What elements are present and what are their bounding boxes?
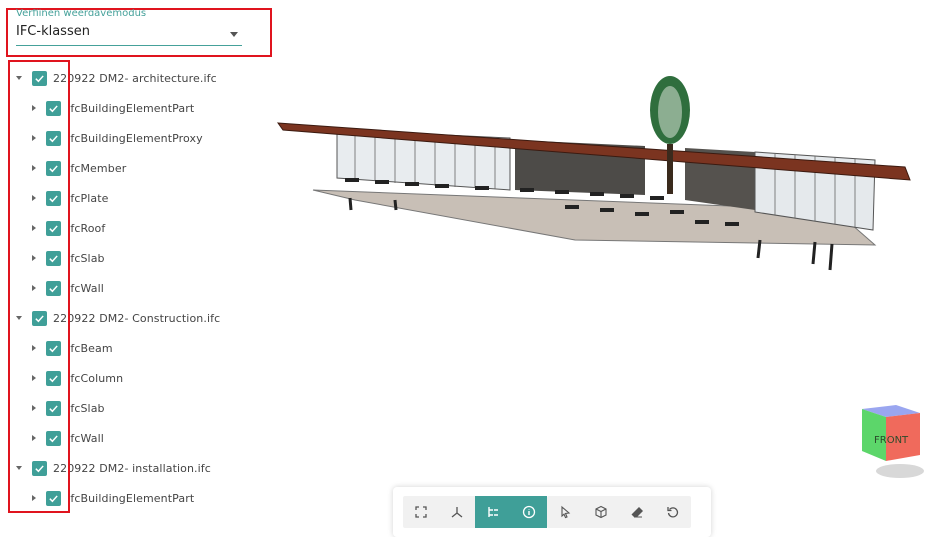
- info-button[interactable]: [511, 496, 547, 528]
- reset-icon: [667, 507, 679, 518]
- caret-right-icon[interactable]: [32, 255, 36, 261]
- fullscreen-button[interactable]: [403, 496, 439, 528]
- section-box-button[interactable]: [583, 496, 619, 528]
- view-mode-label: Verfijnen weergavemodus: [16, 9, 147, 16]
- checkbox-checked[interactable]: [46, 400, 61, 416]
- axes-button[interactable]: [439, 496, 475, 528]
- cursor-icon: [561, 505, 571, 519]
- tree-row-label: 220922 DM2- installation.ifc: [53, 461, 211, 475]
- checkbox-checked[interactable]: [32, 310, 47, 326]
- tree-row-class[interactable]: IfcColumn: [0, 363, 260, 393]
- caret-right-icon[interactable]: [32, 495, 36, 501]
- checkbox-checked[interactable]: [32, 460, 47, 476]
- select-button[interactable]: [547, 496, 583, 528]
- checkbox-checked[interactable]: [46, 220, 61, 236]
- eraser-icon: [631, 507, 643, 518]
- tree-row-label: IfcRoof: [67, 221, 106, 235]
- tree-icon: [488, 507, 498, 517]
- select-underline: [16, 45, 242, 46]
- tree-row-label: IfcWall: [67, 431, 104, 445]
- tree-row-label: IfcColumn: [67, 371, 124, 385]
- tree-row-label: IfcSlab: [67, 401, 105, 415]
- caret-right-icon[interactable]: [32, 435, 36, 441]
- dropdown-arrow-icon[interactable]: [230, 32, 238, 37]
- caret-right-icon[interactable]: [32, 345, 36, 351]
- tree-row-file[interactable]: 220922 DM2- installation.ifc: [0, 453, 260, 483]
- checkbox-checked[interactable]: [46, 430, 61, 446]
- checkbox-checked[interactable]: [46, 370, 61, 386]
- caret-right-icon[interactable]: [32, 405, 36, 411]
- toolbar-group-tools: [547, 496, 691, 528]
- checkbox-checked[interactable]: [46, 190, 61, 206]
- checkbox-checked[interactable]: [46, 490, 61, 506]
- tree-row-class[interactable]: IfcWall: [0, 423, 260, 453]
- caret-right-icon[interactable]: [32, 285, 36, 291]
- caret-right-icon[interactable]: [32, 165, 36, 171]
- reset-button[interactable]: [655, 496, 691, 528]
- view-mode-select[interactable]: Verfijnen weergavemodus IFC-klassen: [6, 8, 272, 57]
- caret-right-icon[interactable]: [32, 135, 36, 141]
- caret-down-icon[interactable]: [16, 466, 22, 470]
- caret-right-icon[interactable]: [32, 225, 36, 231]
- tree-row-class[interactable]: IfcRoof: [0, 213, 260, 243]
- tree-row-class[interactable]: IfcBeam: [0, 333, 260, 363]
- tree-button[interactable]: [475, 496, 511, 528]
- caret-down-icon[interactable]: [16, 316, 22, 320]
- caret-right-icon[interactable]: [32, 105, 36, 111]
- viewer-toolbar: [393, 487, 711, 537]
- checkbox-checked[interactable]: [46, 100, 61, 116]
- tree-row-label: IfcBuildingElementProxy: [67, 131, 203, 145]
- tree-row-label: IfcBuildingElementPart: [67, 491, 195, 505]
- fullscreen-icon: [415, 506, 427, 518]
- eraser-button[interactable]: [619, 496, 655, 528]
- tree-row-class[interactable]: IfcBuildingElementPart: [0, 93, 260, 123]
- info-icon: [522, 505, 536, 519]
- cube-icon: [595, 505, 607, 519]
- tree-row-label: IfcSlab: [67, 251, 105, 265]
- checkbox-checked[interactable]: [46, 160, 61, 176]
- view-mode-value: IFC-klassen: [16, 24, 90, 39]
- navcube-front-label: FRONT: [874, 435, 909, 446]
- tree-row-class[interactable]: IfcWall: [0, 273, 260, 303]
- tree-row-class[interactable]: IfcPlate: [0, 183, 260, 213]
- caret-right-icon[interactable]: [32, 195, 36, 201]
- checkbox-checked[interactable]: [46, 130, 61, 146]
- ifc-tree: 220922 DM2- architecture.ifc IfcBuilding…: [0, 63, 260, 513]
- tree-row-class[interactable]: IfcMember: [0, 153, 260, 183]
- tree-row-label: IfcMember: [67, 161, 127, 175]
- tree-row-label: IfcBeam: [67, 341, 113, 355]
- tree-row-label: IfcWall: [67, 281, 104, 295]
- building-model-viewer[interactable]: [275, 60, 915, 280]
- tree-row-file[interactable]: 220922 DM2- Construction.ifc: [0, 303, 260, 333]
- checkbox-checked[interactable]: [46, 250, 61, 266]
- checkbox-checked[interactable]: [32, 70, 47, 86]
- tree-row-label: IfcPlate: [67, 191, 109, 205]
- caret-down-icon[interactable]: [16, 76, 22, 80]
- tree-row-class[interactable]: IfcBuildingElementPart: [0, 483, 260, 513]
- axes-icon: [451, 507, 463, 518]
- tree-row-label: IfcBuildingElementPart: [67, 101, 195, 115]
- tree-row-class[interactable]: IfcSlab: [0, 393, 260, 423]
- tree-row-label: 220922 DM2- architecture.ifc: [53, 71, 217, 85]
- checkbox-checked[interactable]: [46, 280, 61, 296]
- tree-row-class[interactable]: IfcSlab: [0, 243, 260, 273]
- tree-row-label: 220922 DM2- Construction.ifc: [53, 311, 221, 325]
- toolbar-group-view: [403, 496, 547, 528]
- caret-right-icon[interactable]: [32, 375, 36, 381]
- navigation-cube[interactable]: FRONT: [856, 395, 926, 480]
- tree-row-file[interactable]: 220922 DM2- architecture.ifc: [0, 63, 260, 93]
- checkbox-checked[interactable]: [46, 340, 61, 356]
- tree-row-class[interactable]: IfcBuildingElementProxy: [0, 123, 260, 153]
